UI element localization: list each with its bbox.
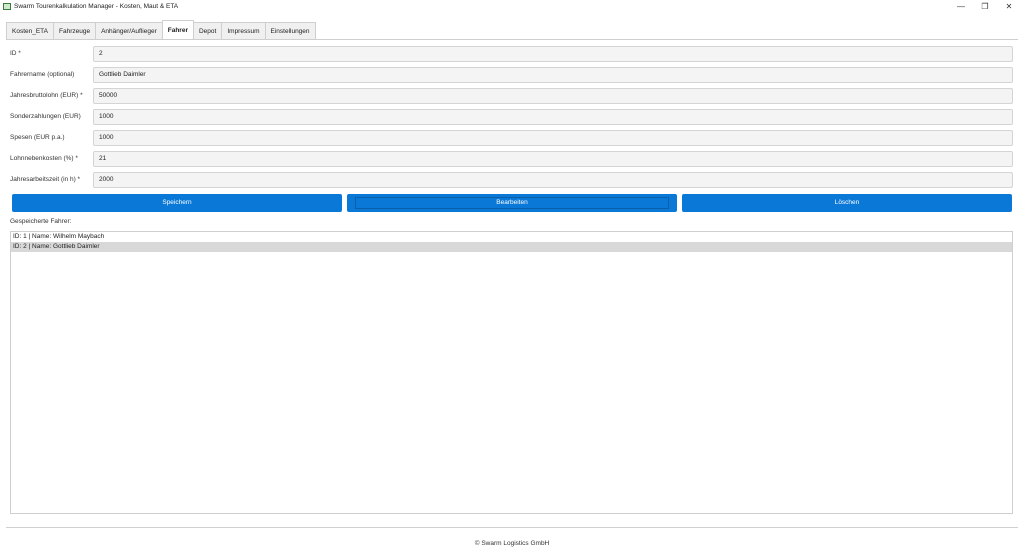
restore-button[interactable]: ❐ (974, 1, 996, 13)
saved-drivers-label: Gespeicherte Fahrer: (10, 218, 72, 225)
tab-fahrzeuge[interactable]: Fahrzeuge (53, 22, 97, 39)
expenses-row: Spesen (EUR p.a.) 1000 (10, 130, 1013, 146)
footer-divider (6, 527, 1018, 528)
minimize-button[interactable]: — (950, 1, 972, 13)
id-label: ID * (10, 50, 21, 57)
id-field[interactable]: 2 (93, 46, 1013, 62)
tab-impressum[interactable]: Impressum (221, 22, 266, 39)
expenses-field[interactable]: 1000 (93, 130, 1013, 146)
tab-fahrer[interactable]: Fahrer (161, 20, 194, 39)
name-row: Fahrername (optional) Gottlieb Daimler (10, 67, 1013, 83)
ancillary-costs-field[interactable]: 21 (93, 151, 1013, 167)
list-item-selected[interactable]: ID: 2 | Name: Gottlieb Daimler (11, 242, 1012, 252)
tab-anhaenger[interactable]: Anhänger/Auflieger (95, 22, 163, 39)
tab-kosten-eta[interactable]: Kosten_ETA (6, 22, 55, 39)
delete-button[interactable]: Löschen (682, 194, 1012, 212)
edit-button[interactable]: Bearbeiten (347, 194, 677, 212)
tab-einstellungen[interactable]: Einstellungen (264, 22, 316, 39)
ancillary-costs-row: Lohnnebenkosten (%) * 21 (10, 151, 1013, 167)
special-payments-row: Sonderzahlungen (EUR) 1000 (10, 109, 1013, 125)
salary-label: Jahresbruttolohn (EUR) * (10, 92, 83, 99)
footer-copyright: © Swarm Logistics GmbH (474, 540, 550, 547)
working-hours-label: Jahresarbeitszeit (in h) * (10, 176, 81, 183)
name-label: Fahrername (optional) (10, 71, 75, 78)
tab-bar: Kosten_ETA Fahrzeuge Anhänger/Auflieger … (6, 20, 316, 39)
tab-divider (6, 39, 1018, 40)
app-icon (3, 3, 11, 10)
special-payments-label: Sonderzahlungen (EUR) (10, 113, 81, 120)
special-payments-field[interactable]: 1000 (93, 109, 1013, 125)
id-row: ID * 2 (10, 46, 1013, 62)
edit-button-label: Bearbeiten (496, 199, 528, 206)
tab-depot[interactable]: Depot (192, 22, 223, 39)
saved-drivers-list[interactable]: ID: 1 | Name: Wilhelm Maybach ID: 2 | Na… (10, 231, 1013, 514)
close-button[interactable]: ✕ (998, 1, 1020, 13)
salary-field[interactable]: 50000 (93, 88, 1013, 104)
expenses-label: Spesen (EUR p.a.) (10, 134, 65, 141)
salary-row: Jahresbruttolohn (EUR) * 50000 (10, 88, 1013, 104)
list-item[interactable]: ID: 1 | Name: Wilhelm Maybach (11, 232, 1012, 242)
ancillary-costs-label: Lohnnebenkosten (%) * (10, 155, 78, 162)
save-button[interactable]: Speichern (12, 194, 342, 212)
title-bar: Swarm Tourenkalkulation Manager - Kosten… (0, 0, 1024, 15)
working-hours-field[interactable]: 2000 (93, 172, 1013, 188)
working-hours-row: Jahresarbeitszeit (in h) * 2000 (10, 172, 1013, 188)
name-field[interactable]: Gottlieb Daimler (93, 67, 1013, 83)
window-title: Swarm Tourenkalkulation Manager - Kosten… (14, 3, 179, 10)
